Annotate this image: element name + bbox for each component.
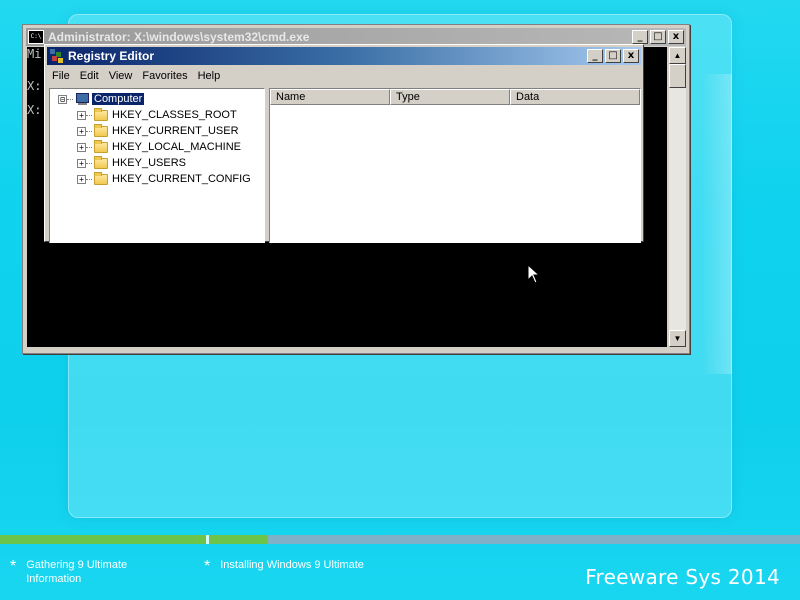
tree-item-hkcc[interactable]: + HKEY_CURRENT_CONFIG	[77, 171, 251, 187]
registry-menubar: File Edit View Favorites Help	[47, 67, 641, 85]
registry-titlebar[interactable]: Registry Editor _ □ x	[47, 47, 641, 65]
expand-icon[interactable]: +	[77, 174, 86, 184]
step2-progress-fill	[209, 535, 269, 544]
step-label: Information	[26, 573, 82, 585]
column-header-type[interactable]: Type	[390, 89, 510, 105]
step2-progress-track	[209, 535, 800, 544]
scroll-thumb[interactable]	[669, 64, 686, 88]
collapse-icon[interactable]: ⊟	[58, 94, 67, 104]
tree-connector	[86, 114, 92, 116]
setup-step-gathering: * Gathering 9 Ultimate Information	[10, 558, 127, 586]
expand-icon[interactable]: +	[77, 110, 86, 120]
computer-icon	[75, 93, 89, 105]
cmd-scrollbar[interactable]: ▲ ▼	[669, 47, 686, 347]
cmd-icon: C:\	[28, 30, 44, 44]
tree-connector	[67, 98, 73, 100]
registry-close-button[interactable]: x	[623, 49, 639, 63]
folder-icon	[94, 139, 108, 153]
column-headers: Name Type Data	[270, 89, 640, 105]
tree-label: HKEY_CURRENT_USER	[112, 125, 239, 137]
column-header-data[interactable]: Data	[510, 89, 640, 105]
column-header-name[interactable]: Name	[270, 89, 390, 105]
cmd-title: Administrator: X:\windows\system32\cmd.e…	[48, 30, 310, 44]
folder-icon	[94, 171, 108, 185]
registry-minimize-button[interactable]: _	[587, 49, 603, 63]
expand-icon[interactable]: +	[77, 158, 86, 168]
tree-label: Computer	[92, 93, 145, 105]
step1-progress-track	[0, 535, 206, 544]
scroll-up-icon[interactable]: ▲	[669, 47, 686, 64]
folder-icon	[94, 123, 108, 137]
tree-label: HKEY_CLASSES_ROOT	[112, 109, 237, 121]
tree-item-hklm[interactable]: + HKEY_LOCAL_MACHINE	[77, 139, 241, 155]
expand-icon[interactable]: +	[77, 142, 86, 152]
menu-view[interactable]: View	[104, 70, 138, 82]
step-label: Gathering 9 Ultimate	[26, 559, 128, 571]
tree-item-hkcr[interactable]: + HKEY_CLASSES_ROOT	[77, 107, 237, 123]
cmd-maximize-button[interactable]: □	[650, 30, 666, 44]
cmd-minimize-button[interactable]: _	[632, 30, 648, 44]
tree-connector	[86, 162, 92, 164]
cmd-line: X:	[27, 103, 42, 117]
tree-label: HKEY_CURRENT_CONFIG	[112, 173, 251, 185]
tree-item-hku[interactable]: + HKEY_USERS	[77, 155, 186, 171]
step-star-icon: *	[204, 558, 211, 575]
cmd-line: Mi	[27, 47, 42, 61]
brand-text: Freeware Sys 2014	[585, 565, 780, 589]
folder-icon	[94, 155, 108, 169]
menu-edit[interactable]: Edit	[75, 70, 104, 82]
tree-label: HKEY_USERS	[112, 157, 186, 169]
menu-help[interactable]: Help	[193, 70, 226, 82]
registry-tree-pane[interactable]: ⊟ Computer + HKEY_CLASSES_ROOT + HKEY_CU…	[49, 88, 265, 243]
step-star-icon: *	[10, 558, 17, 575]
registry-editor-window[interactable]: Registry Editor _ □ x File Edit View Fav…	[44, 44, 644, 243]
folder-icon	[94, 107, 108, 121]
cmd-close-button[interactable]: x	[668, 30, 684, 44]
tree-item-hkcu[interactable]: + HKEY_CURRENT_USER	[77, 123, 239, 139]
registry-title: Registry Editor	[68, 49, 155, 63]
registry-icon	[50, 49, 64, 63]
step1-progress-fill	[0, 535, 206, 544]
setup-step-installing: * Installing Windows 9 Ultimate	[204, 558, 364, 576]
tree-connector	[86, 130, 92, 132]
mouse-cursor-icon	[527, 264, 541, 284]
tree-item-computer[interactable]: ⊟ Computer	[58, 91, 145, 107]
expand-icon[interactable]: +	[77, 126, 86, 136]
scroll-down-icon[interactable]: ▼	[669, 330, 686, 347]
setup-progress-bar	[0, 535, 800, 544]
step-label: Installing Windows 9 Ultimate	[220, 559, 364, 571]
tree-label: HKEY_LOCAL_MACHINE	[112, 141, 241, 153]
registry-maximize-button[interactable]: □	[605, 49, 621, 63]
tree-connector	[86, 146, 92, 148]
menu-file[interactable]: File	[47, 70, 75, 82]
registry-values-pane[interactable]: Name Type Data	[269, 88, 641, 243]
cmd-line: X:	[27, 79, 42, 93]
menu-favorites[interactable]: Favorites	[137, 70, 192, 82]
tree-connector	[86, 178, 92, 180]
